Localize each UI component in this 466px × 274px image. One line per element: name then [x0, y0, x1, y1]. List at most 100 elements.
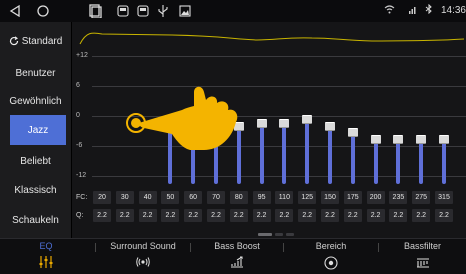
eq-band-track[interactable]	[305, 119, 310, 184]
q-value[interactable]: 2.2	[321, 209, 339, 222]
tab-bass-boost[interactable]: Bass Boost	[191, 239, 283, 274]
eq-band-track[interactable]	[350, 132, 355, 184]
q-value[interactable]: 2.2	[412, 209, 431, 222]
eq-band-knob[interactable]	[416, 135, 427, 145]
q-value[interactable]: 2.2	[298, 209, 317, 222]
fc-value[interactable]: 110	[275, 191, 294, 204]
eq-band-track[interactable]	[282, 122, 287, 184]
eq-band-knob[interactable]	[302, 115, 313, 125]
tab-bassfilter[interactable]: Bassfilter	[379, 239, 466, 274]
fc-value[interactable]: 20	[93, 191, 111, 204]
eq-band-track[interactable]	[373, 139, 378, 184]
q-value[interactable]: 2.2	[366, 209, 385, 222]
tab-label: EQ	[39, 241, 53, 251]
fc-value[interactable]: 125	[298, 191, 317, 204]
q-value[interactable]: 2.2	[389, 209, 408, 222]
fc-value[interactable]: 150	[321, 191, 339, 204]
eq-band-track[interactable]	[259, 122, 264, 184]
eq-band-track[interactable]	[328, 126, 332, 184]
scale-label: +12	[76, 52, 88, 59]
preset-beliebt[interactable]: Beliebt	[0, 146, 71, 176]
eq-band-knob[interactable]	[279, 118, 290, 128]
page-indicator	[275, 233, 283, 236]
frequency-response-curve	[79, 32, 465, 45]
preset-label: Beliebt	[20, 155, 51, 167]
tab-eq[interactable]: EQ	[0, 239, 92, 274]
tab-label: Bass Boost	[214, 241, 260, 251]
preset-jazz[interactable]: Jazz	[10, 115, 66, 145]
eq-band-knob[interactable]	[370, 135, 381, 145]
q-value[interactable]: 2.2	[343, 209, 362, 222]
q-value[interactable]: 2.2	[252, 209, 271, 222]
eq-band-knob[interactable]	[256, 118, 267, 128]
screenshot-icon	[116, 3, 130, 19]
fc-value[interactable]: 175	[343, 191, 362, 204]
fc-value[interactable]: 95	[252, 191, 271, 204]
preset-label: Klassisch	[14, 184, 57, 196]
fc-value[interactable]: 315	[435, 191, 453, 204]
status-indicators: 14:36	[384, 3, 466, 17]
fc-value[interactable]: 50	[161, 191, 180, 204]
pointing-hand-icon	[126, 86, 238, 150]
fc-value[interactable]: 80	[229, 191, 248, 204]
fc-value[interactable]: 30	[115, 191, 134, 204]
eq-band-knob[interactable]	[325, 122, 335, 132]
eq-band-track[interactable]	[396, 139, 401, 184]
screenshot-icon	[136, 3, 150, 19]
fc-value[interactable]: 200	[366, 191, 385, 204]
status-bar: 14:36	[0, 0, 466, 22]
fc-value[interactable]: 60	[184, 191, 203, 204]
eq-band-track[interactable]	[419, 139, 424, 184]
recent-icon[interactable]	[86, 3, 104, 19]
q-value[interactable]: 2.2	[229, 209, 248, 222]
preset-klassisch[interactable]: Klassisch	[0, 175, 71, 205]
q-value[interactable]: 2.2	[93, 209, 111, 222]
fc-value[interactable]: 235	[389, 191, 408, 204]
back-icon[interactable]	[6, 3, 24, 19]
preset-standard[interactable]: Standard	[0, 26, 71, 56]
q-value[interactable]: 2.2	[207, 209, 225, 222]
bass-filter-icon	[416, 256, 430, 271]
q-value[interactable]: 2.2	[184, 209, 203, 222]
eq-band-knob[interactable]	[393, 135, 404, 145]
refresh-icon	[9, 36, 19, 46]
bluetooth-icon	[425, 3, 433, 17]
preset-schaukeln[interactable]: Schaukeln	[0, 205, 71, 235]
page-indicator	[286, 233, 294, 236]
scale-label: 6	[76, 82, 80, 89]
preset-gewoehnlich[interactable]: Gewöhnlich	[0, 86, 71, 116]
scale-label: -12	[76, 172, 87, 179]
surround-icon	[135, 256, 151, 271]
q-value[interactable]: 2.2	[138, 209, 157, 222]
preset-label: Jazz	[27, 124, 49, 136]
q-value[interactable]: 2.2	[435, 209, 453, 222]
wifi-icon	[384, 4, 395, 17]
preset-benutzer[interactable]: Benutzer	[0, 58, 71, 88]
clock: 14:36	[440, 5, 466, 16]
preset-label: Schaukeln	[12, 214, 59, 226]
fc-value[interactable]: 40	[138, 191, 157, 204]
q-value[interactable]: 2.2	[275, 209, 294, 222]
tab-label: Surround Sound	[110, 241, 176, 251]
bottom-tab-bar: EQ Surround Sound Bass Boost Bereich Bas…	[0, 238, 466, 274]
preset-label: Benutzer	[15, 67, 56, 79]
image-icon	[178, 3, 192, 19]
page-indicator	[258, 233, 272, 236]
fc-label: FC:	[76, 194, 88, 201]
area-icon	[324, 256, 338, 273]
bass-boost-icon	[230, 256, 244, 271]
fc-value[interactable]: 70	[207, 191, 225, 204]
q-value[interactable]: 2.2	[115, 209, 134, 222]
eq-band-knob[interactable]	[347, 128, 358, 138]
signal-icon	[403, 5, 417, 17]
fc-value[interactable]: 275	[412, 191, 431, 204]
scale-label: 0	[76, 112, 80, 119]
tab-bereich[interactable]: Bereich	[284, 239, 378, 274]
preset-label: Gewöhnlich	[9, 95, 62, 107]
eq-band-track[interactable]	[442, 139, 446, 184]
eq-band-knob[interactable]	[439, 135, 449, 145]
equalizer-panel: +12 6 0 -6 -12 FC: Q: 20 2.2 30 2.2 40 2.2 50 2…	[72, 22, 466, 238]
q-value[interactable]: 2.2	[161, 209, 180, 222]
home-icon[interactable]	[34, 3, 52, 19]
tab-surround-sound[interactable]: Surround Sound	[96, 239, 190, 274]
